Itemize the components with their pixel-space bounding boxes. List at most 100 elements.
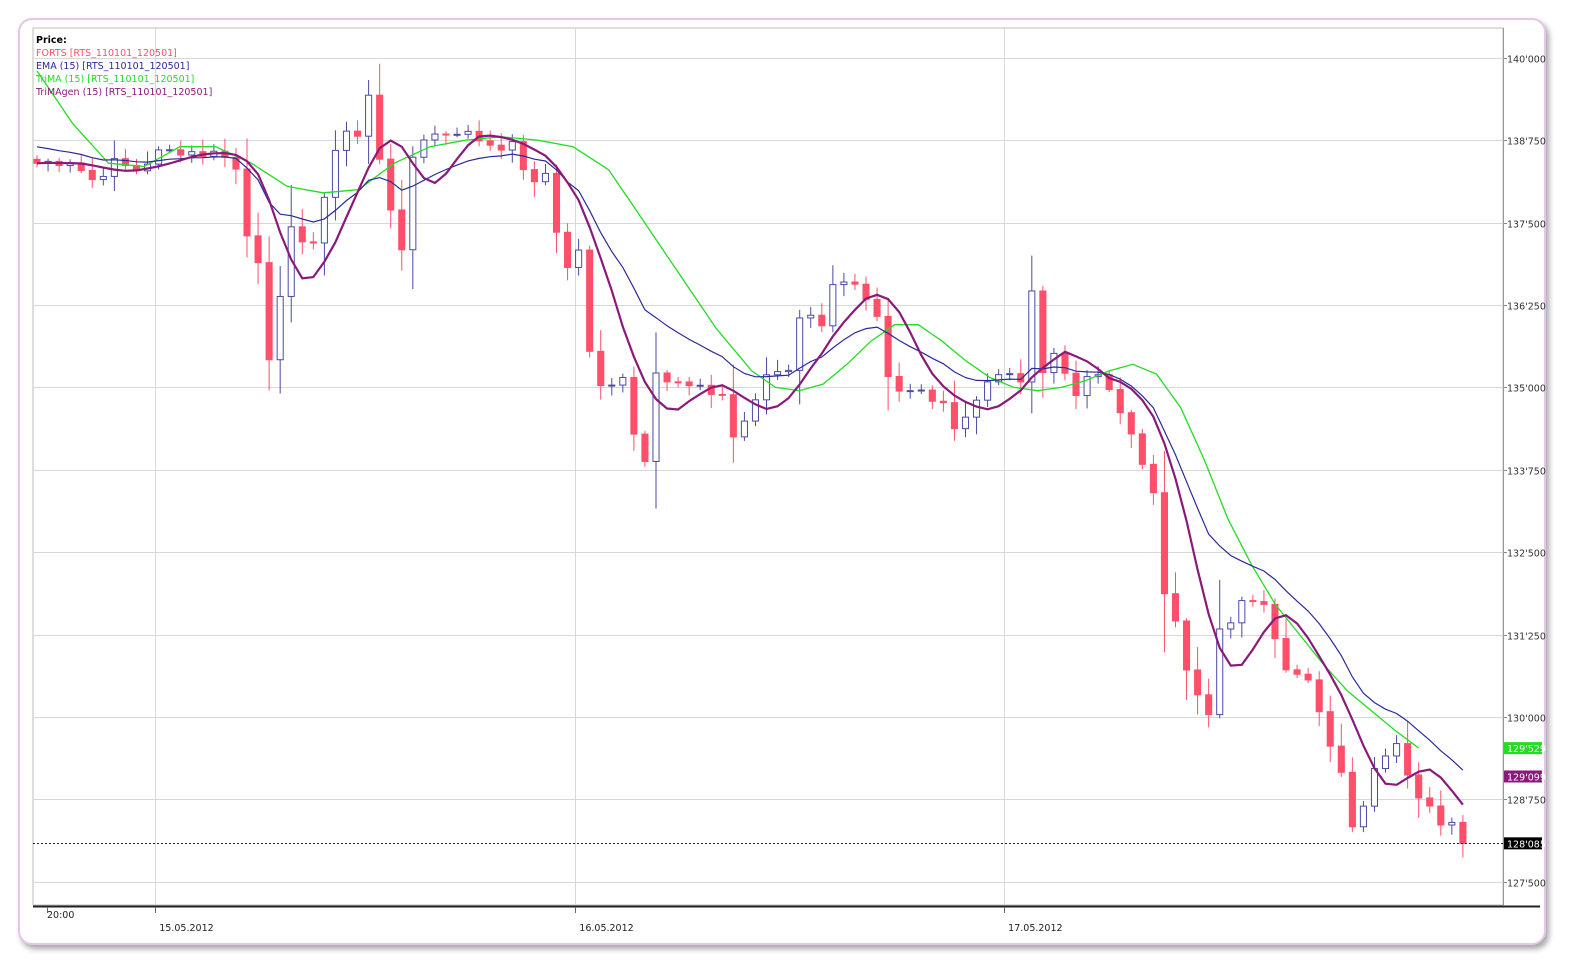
- candle-down: [939, 400, 947, 404]
- candle-up: [619, 376, 627, 386]
- candle-up: [973, 399, 981, 418]
- candle-up: [984, 381, 992, 401]
- candle-up: [762, 374, 771, 401]
- candle-up: [320, 196, 328, 244]
- candle-down: [442, 133, 450, 136]
- candle-down: [265, 262, 273, 361]
- candle-down: [497, 144, 505, 151]
- candle-down: [177, 149, 185, 156]
- candle-down: [884, 315, 892, 378]
- price-badge-label: 129'529: [1507, 744, 1546, 755]
- legend-title: Price:: [36, 35, 67, 46]
- candle-down: [243, 168, 251, 237]
- chart-frame: 140'000 138'750 137'500 136'250 135'000 133'7…: [18, 18, 1546, 945]
- y-tick-label: 133'750: [1507, 467, 1546, 478]
- candle-down: [1171, 593, 1180, 622]
- candle-down: [1437, 805, 1445, 826]
- candle-up: [829, 284, 837, 327]
- candle-down: [641, 433, 649, 462]
- candle-down: [1260, 601, 1268, 605]
- candle-down: [398, 209, 406, 251]
- candle-down: [729, 394, 737, 438]
- candle-up: [740, 420, 748, 438]
- candle-up: [342, 130, 351, 151]
- candle-up: [1006, 373, 1014, 376]
- candle-up: [1370, 768, 1379, 807]
- candle-down: [1039, 290, 1047, 374]
- candle-up: [961, 416, 970, 430]
- candle-up: [774, 371, 782, 376]
- plot-border: [32, 27, 1504, 906]
- candle-down: [1304, 673, 1312, 681]
- candle-up: [840, 281, 848, 286]
- candle-down: [1415, 774, 1423, 799]
- candle-down: [1348, 771, 1356, 828]
- candle-down: [1061, 352, 1069, 374]
- candle-up: [365, 94, 373, 137]
- y-tick-label: 136'250: [1507, 302, 1546, 313]
- candle-up: [276, 295, 284, 361]
- candle-down: [552, 172, 561, 233]
- y-tick-label: 132'500: [1507, 549, 1546, 560]
- candle-down: [88, 169, 96, 181]
- candle-down: [895, 376, 903, 392]
- candle-down: [1404, 743, 1412, 776]
- legend-entry: FORTS [RTS_110101_120501]: [36, 48, 177, 59]
- candle-up: [1359, 805, 1367, 828]
- candle-up: [188, 151, 196, 156]
- candle-up: [464, 130, 472, 135]
- legend-entry: EMA (15) [RTS_110101_120501]: [36, 61, 189, 72]
- candle-up: [608, 384, 616, 387]
- axes: 140'000 138'750 137'500 136'250 135'000 133'7…: [33, 28, 1546, 934]
- candle-up: [906, 390, 914, 393]
- candle-down: [586, 249, 594, 352]
- candle-up: [796, 317, 804, 371]
- candle-down: [851, 281, 859, 285]
- candle-down: [564, 231, 572, 268]
- candle-down: [818, 314, 826, 327]
- indicator-lines: [33, 70, 1503, 844]
- price-chart: 140'000 138'750 137'500 136'250 135'000 133'7…: [32, 27, 1546, 934]
- candle-up: [1448, 821, 1456, 826]
- candle-up: [1227, 622, 1235, 630]
- candle-up: [431, 133, 439, 141]
- y-tick-label: 131'250: [1507, 632, 1546, 643]
- legend-entry: TriMA (15) [RTS_110101_120501]: [35, 74, 194, 85]
- candle-down: [928, 389, 936, 402]
- candle-down: [1459, 821, 1467, 844]
- x-tick-label: 17.05.2012: [1008, 923, 1062, 934]
- candle-down: [1282, 638, 1290, 671]
- x-tick-label: 15.05.2012: [159, 923, 213, 934]
- candle-down: [1426, 797, 1434, 807]
- candle-down: [1160, 492, 1168, 595]
- candle-down: [1337, 745, 1345, 773]
- candle-down: [1149, 463, 1157, 494]
- candle-up: [110, 158, 118, 177]
- candle-down: [1127, 412, 1135, 435]
- y-tick-label: 138'750: [1507, 137, 1546, 148]
- candle-up: [785, 369, 793, 373]
- candle-down: [1293, 669, 1301, 675]
- candle-up: [1050, 352, 1058, 374]
- candle-down: [1194, 669, 1202, 696]
- x-tick-label: 16.05.2012: [579, 923, 633, 934]
- candle-down: [685, 381, 693, 387]
- candle-up: [917, 389, 925, 392]
- candle-down: [873, 298, 881, 317]
- candle-up: [1393, 743, 1401, 757]
- candle-up: [508, 141, 516, 151]
- candle-down: [298, 226, 306, 243]
- y-tick-label: 128'750: [1507, 796, 1546, 807]
- candle-down: [1205, 694, 1213, 716]
- y-tick-label: 127'500: [1507, 879, 1546, 890]
- candle-up: [1238, 600, 1246, 624]
- candle-down: [486, 140, 494, 146]
- candle-down: [1249, 600, 1257, 603]
- candle-up: [1381, 755, 1390, 770]
- legend: Price: FORTS [RTS_110101_120501] EMA (15) …: [35, 35, 212, 98]
- candle-up: [696, 384, 704, 387]
- y-tick-label: 137'500: [1507, 220, 1546, 231]
- candle-up: [99, 175, 107, 181]
- candle-down: [663, 372, 671, 383]
- candle-down: [1326, 711, 1334, 747]
